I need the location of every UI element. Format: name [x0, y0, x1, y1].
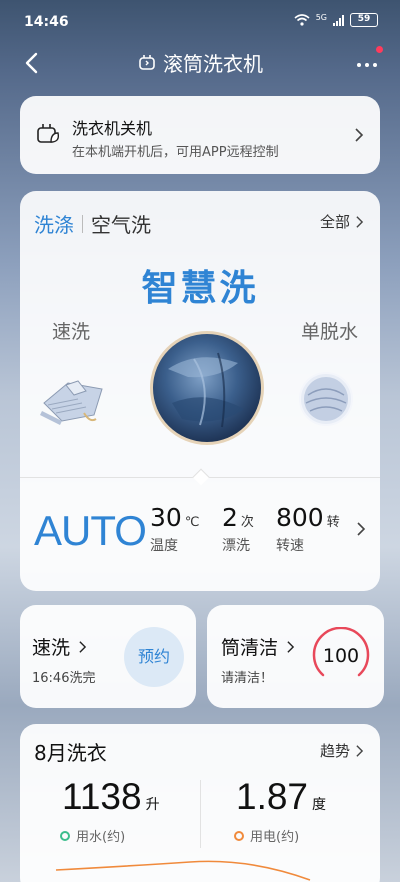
tab-wash[interactable]: 洗涤 — [34, 209, 74, 238]
all-modes-link[interactable]: 全部 — [320, 211, 364, 232]
all-modes-label: 全部 — [319, 213, 350, 231]
trend-link[interactable]: 趋势 — [320, 740, 364, 761]
signal-icon — [333, 14, 344, 26]
temperature-value: 30 — [150, 503, 182, 532]
status-time: 14:46 — [24, 14, 69, 30]
quick-wash-title: 速洗 — [32, 637, 71, 659]
power-value: 1.87 — [236, 776, 309, 817]
usage-trend-curve — [55, 860, 311, 881]
power-unit: 度 — [312, 797, 327, 813]
temperature-setting[interactable]: 30 ℃ 温度 — [150, 503, 199, 555]
nav-bar: 滚筒洗衣机 — [0, 44, 400, 80]
tab-separator — [82, 214, 83, 233]
rinse-setting[interactable]: 2次 漂洗 — [222, 503, 254, 555]
quick-wash-title-row: 速洗 — [32, 633, 87, 660]
drum-clean-hint: 请清洁！ — [221, 671, 274, 686]
clean-count-value: 100 — [322, 645, 360, 667]
notification-dot — [376, 46, 383, 53]
spin-speed-label: 转速 — [276, 538, 304, 554]
power-usage: 1.87 度 — [236, 776, 326, 818]
power-legend-dot — [234, 830, 244, 841]
power-status-card[interactable]: 洗衣机关机 在本机端开机后，可用APP远程控制 — [20, 96, 380, 174]
silk-scarf-image[interactable] — [148, 329, 266, 447]
battery-icon: 59 — [350, 13, 378, 27]
rinse-unit: 次 — [240, 515, 254, 530]
water-unit: 升 — [145, 797, 160, 813]
wifi-icon — [294, 14, 310, 26]
drum-clean-title-row: 筒清洁 — [221, 633, 295, 660]
mode-tabs: 洗涤 空气洗 — [34, 209, 151, 238]
status-icons: 5G 59 — [294, 13, 378, 27]
spin-dry-image[interactable] — [298, 371, 354, 427]
network-type: 5G — [315, 13, 327, 22]
trend-label: 趋势 — [319, 742, 350, 760]
water-label: 用水(约) — [76, 830, 126, 845]
water-usage: 1138 升 — [62, 776, 160, 818]
power-title: 洗衣机关机 — [72, 119, 153, 138]
monthly-title: 8月洗衣 — [34, 741, 107, 765]
selected-mode-title: 智慧洗 — [141, 268, 259, 309]
chevron-right-icon — [356, 744, 364, 757]
temperature-unit: ℃ — [184, 515, 200, 530]
more-options-icon[interactable] — [354, 50, 380, 76]
quick-wash-finish-time: 16:46洗完 — [32, 671, 96, 686]
usage-divider — [200, 780, 201, 848]
page-title-text: 滚筒洗衣机 — [163, 52, 263, 76]
chevron-right-icon — [79, 640, 87, 653]
shirt-image[interactable] — [38, 359, 108, 429]
drum-clean-card[interactable]: 筒清洁 请清洁！ 100 — [207, 605, 384, 708]
drum-clean-title: 筒清洁 — [221, 637, 279, 659]
power-legend: 用电(约) — [234, 826, 299, 845]
chevron-right-icon — [287, 640, 295, 653]
power-subtitle: 在本机端开机后，可用APP远程控制 — [72, 145, 279, 160]
spin-speed-unit: 转 — [326, 515, 340, 530]
plug-leaf-icon — [37, 124, 60, 143]
prev-mode-label[interactable]: 速洗 — [52, 317, 90, 344]
monthly-usage-card: 8月洗衣 趋势 1138 升 用水(约) 1.87 度 用电(约) — [20, 724, 380, 882]
quick-wash-card[interactable]: 速洗 16:46洗完 预约 — [20, 605, 196, 708]
power-label: 用电(约) — [250, 830, 300, 845]
next-mode-label[interactable]: 单脱水 — [301, 317, 358, 344]
spin-speed-setting[interactable]: 800 转 转速 — [276, 503, 340, 555]
temperature-label: 温度 — [150, 538, 178, 554]
selection-pointer — [192, 468, 210, 486]
wash-mode-card: 洗涤 空气洗 全部 智慧洗 速洗 单脱水 AUTO 30 ℃ 温度 2 次 漂洗… — [20, 191, 380, 591]
page-title: 滚筒洗衣机 — [0, 48, 400, 77]
tab-air-wash[interactable]: 空气洗 — [91, 209, 151, 238]
auto-label: AUTO — [34, 507, 147, 554]
washer-plug-icon — [139, 54, 155, 70]
rinse-value: 2 — [222, 503, 238, 532]
spin-speed-value: 800 — [276, 503, 324, 532]
chevron-right-icon — [356, 215, 364, 228]
water-legend-dot — [60, 830, 70, 841]
chevron-right-icon — [355, 128, 364, 142]
schedule-button[interactable]: 预约 — [124, 627, 184, 687]
status-bar: 14:46 5G 59 — [0, 0, 400, 44]
rinse-label: 漂洗 — [222, 538, 250, 554]
water-value: 1138 — [62, 776, 142, 817]
settings-chevron-icon[interactable] — [356, 521, 366, 537]
water-legend: 用水(约) — [60, 826, 125, 845]
